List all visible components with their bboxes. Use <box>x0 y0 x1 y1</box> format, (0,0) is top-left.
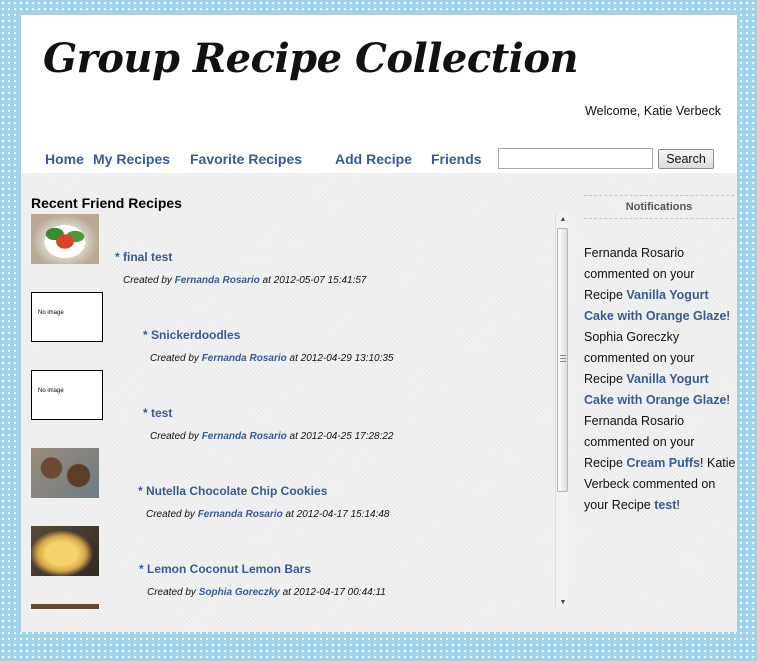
created-by-label: Created by <box>150 353 199 364</box>
recipe-item: * Nutella Chocolate Chip Cookies Created… <box>21 448 557 526</box>
site-header: Group Recipe Collection Welcome, Katie V… <box>21 15 737 173</box>
recipe-author-link[interactable]: Fernanda Rosario <box>202 353 287 364</box>
recipe-meta: Created by Fernanda Rosario at 2012-04-2… <box>150 431 394 442</box>
recipe-title-link[interactable]: * Lemon Coconut Lemon Bars <box>139 562 311 576</box>
welcome-message: Welcome, Katie Verbeck <box>585 104 721 118</box>
created-by-label: Created by <box>147 587 196 598</box>
nav-favorite-recipes[interactable]: Favorite Recipes <box>190 151 302 167</box>
scrollbar-thumb[interactable] <box>557 228 568 492</box>
notification-recipe-link[interactable]: test <box>654 498 676 512</box>
scroll-down-arrow-icon[interactable]: ▼ <box>556 597 570 609</box>
recipe-datetime: 2012-04-29 13:10:35 <box>300 353 394 364</box>
page-container: Group Recipe Collection Welcome, Katie V… <box>20 14 738 632</box>
recipe-meta: Created by Fernanda Rosario at 2012-04-1… <box>146 509 390 520</box>
main-content: Recent Friend Recipes * final test Creat… <box>21 173 737 632</box>
recipes-scrollbar[interactable]: ▲ ▼ <box>555 214 569 609</box>
search-input[interactable] <box>498 148 653 169</box>
notifications-panel: Notifications Fernanda Rosario commented… <box>584 195 737 512</box>
site-title: Group Recipe Collection <box>43 35 579 82</box>
nav-add-recipe[interactable]: Add Recipe <box>335 151 412 167</box>
recipe-datetime: 2012-05-07 15:41:57 <box>273 275 367 286</box>
notifications-list: Fernanda Rosario commented on your Recip… <box>584 246 736 512</box>
at-label: at <box>289 353 298 364</box>
recipe-thumbnail[interactable] <box>31 526 99 576</box>
no-image-label: No image <box>38 310 64 316</box>
at-label: at <box>262 275 271 286</box>
nav-friends[interactable]: Friends <box>431 151 482 167</box>
created-by-label: Created by <box>123 275 172 286</box>
search-button[interactable]: Search <box>658 149 714 169</box>
recipe-item: No image * test Created by Fernanda Rosa… <box>21 370 557 448</box>
recipe-title-link[interactable]: * Nutella Chocolate Chip Cookies <box>138 484 327 498</box>
nav-my-recipes[interactable]: My Recipes <box>93 151 170 167</box>
recent-recipes-heading: Recent Friend Recipes <box>31 195 182 211</box>
recipe-meta: Created by Fernanda Rosario at 2012-04-2… <box>150 353 394 364</box>
recipe-author-link[interactable]: Fernanda Rosario <box>198 509 283 520</box>
created-by-label: Created by <box>150 431 199 442</box>
recipe-title-link[interactable]: * test <box>143 406 172 420</box>
recipe-thumbnail-placeholder[interactable]: No image <box>31 292 103 342</box>
recipe-thumbnail[interactable] <box>31 214 99 264</box>
recent-recipes-list[interactable]: * final test Created by Fernanda Rosario… <box>21 214 557 609</box>
notifications-heading: Notifications <box>584 195 734 219</box>
recipe-thumbnail[interactable] <box>31 604 99 609</box>
at-label: at <box>285 509 294 520</box>
recipe-meta: Created by Fernanda Rosario at 2012-05-0… <box>123 275 367 286</box>
recipe-item: * Lemon Coconut Lemon Bars Created by So… <box>21 526 557 604</box>
recipe-datetime: 2012-04-17 00:44:11 <box>293 587 386 598</box>
recipe-item <box>21 604 557 609</box>
recipe-datetime: 2012-04-25 17:28:22 <box>300 431 394 442</box>
recipe-title-link[interactable]: * Snickerdoodles <box>143 328 240 342</box>
created-by-label: Created by <box>146 509 195 520</box>
at-label: at <box>282 587 291 598</box>
no-image-label: No image <box>38 388 64 394</box>
recipe-item: * final test Created by Fernanda Rosario… <box>21 214 557 292</box>
recipe-meta: Created by Sophia Goreczky at 2012-04-17… <box>147 587 386 598</box>
recipe-datetime: 2012-04-17 15:14:48 <box>296 509 390 520</box>
recipe-author-link[interactable]: Sophia Goreczky <box>199 587 280 598</box>
main-nav: Home My Recipes Favorite Recipes Add Rec… <box>21 148 737 172</box>
scrollbar-grip-icon <box>560 355 566 363</box>
recipe-thumbnail[interactable] <box>31 448 99 498</box>
scroll-up-arrow-icon[interactable]: ▲ <box>556 214 570 226</box>
recipe-thumbnail-placeholder[interactable]: No image <box>31 370 103 420</box>
recipe-author-link[interactable]: Fernanda Rosario <box>175 275 260 286</box>
recipe-title-link[interactable]: * final test <box>115 250 172 264</box>
recipe-author-link[interactable]: Fernanda Rosario <box>202 431 287 442</box>
at-label: at <box>289 431 298 442</box>
nav-home[interactable]: Home <box>45 151 84 167</box>
recipe-item: No image * Snickerdoodles Created by Fer… <box>21 292 557 370</box>
notification-recipe-link[interactable]: Cream Puffs <box>626 456 700 470</box>
